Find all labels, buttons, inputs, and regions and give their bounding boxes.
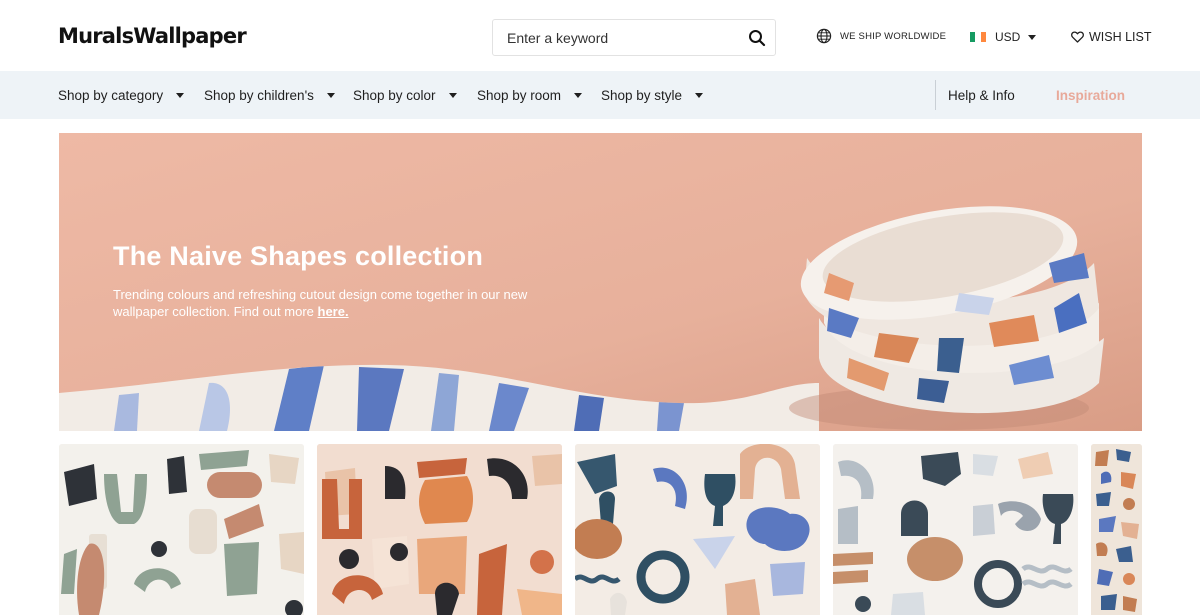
chevron-down-icon [1028,34,1037,40]
search-box [492,19,776,56]
product-image [317,444,562,615]
hero-title: The Naive Shapes collection [113,241,484,271]
hero-subtitle: Trending colours and refreshing cutout d… [113,286,553,320]
nav-divider [935,80,936,110]
globe-icon [816,28,832,44]
site-logo[interactable]: MuralsWallpaper [58,24,247,48]
product-image [833,444,1078,615]
shipping-info: WE SHIP WORLDWIDE [816,28,946,44]
nav-item-label: Shop by category [58,87,164,103]
main-nav: Shop by category Shop by children's Shop… [0,71,1200,119]
chevron-down-icon [695,92,704,98]
nav-shop-by-category[interactable]: Shop by category [58,71,185,119]
product-image [575,444,820,615]
nav-item-label: Shop by color [353,87,436,103]
nav-item-label: Shop by room [477,87,562,103]
product-tile-5[interactable] [1091,444,1142,615]
product-image [59,444,304,615]
search-button[interactable] [747,28,767,48]
chevron-down-icon [176,92,185,98]
nav-shop-by-childrens[interactable]: Shop by children's [204,71,335,119]
wishlist-link[interactable]: WISH LIST [1071,29,1152,45]
hero-here-link[interactable]: here. [318,304,349,319]
search-input[interactable] [494,21,734,54]
product-tile-2[interactable] [317,444,562,615]
chevron-down-icon [326,92,335,98]
nav-inspiration[interactable]: Inspiration [1056,71,1125,119]
nav-shop-by-color[interactable]: Shop by color [353,71,457,119]
currency-selector[interactable]: USD [970,29,1037,45]
chevron-down-icon [448,92,457,98]
site-header: MuralsWallpaper WE SHIP WORLDWIDE USD [0,0,1200,71]
ireland-flag-icon [970,32,986,42]
nav-item-label: Shop by children's [204,87,314,103]
nav-item-label: Shop by style [601,87,683,103]
nav-help-info[interactable]: Help & Info [948,71,1015,119]
currency-label: USD [995,30,1021,44]
nav-shop-by-style[interactable]: Shop by style [601,71,704,119]
nav-shop-by-room[interactable]: Shop by room [477,71,583,119]
hero-banner[interactable]: The Naive Shapes collection Trending col… [59,133,1142,431]
product-tile-3[interactable] [575,444,820,615]
product-image [1091,444,1142,615]
product-tile-1[interactable] [59,444,304,615]
wishlist-label: WISH LIST [1089,30,1152,44]
shipping-text: WE SHIP WORLDWIDE [840,30,947,42]
product-tile-4[interactable] [833,444,1078,615]
chevron-down-icon [574,92,583,98]
hero-image [59,133,1142,431]
heart-icon [1071,31,1084,43]
search-icon [749,30,766,47]
